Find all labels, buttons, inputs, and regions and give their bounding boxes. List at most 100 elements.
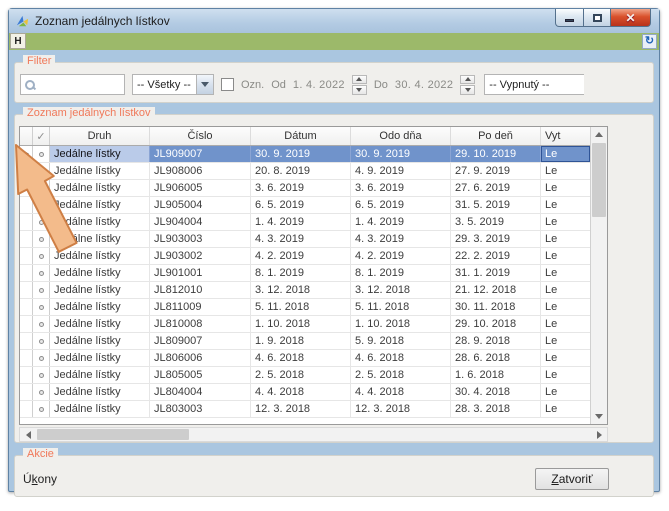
table-row[interactable]: Jedálne lístky JL901001 8. 1. 2019 8. 1.… <box>20 265 590 282</box>
table-row[interactable]: Jedálne lístky JL903002 4. 2. 2019 4. 2.… <box>20 248 590 265</box>
cell-vyt[interactable]: Le <box>541 197 590 213</box>
cell-po-den[interactable]: 30. 11. 2018 <box>451 299 541 315</box>
horizontal-scrollbar[interactable] <box>19 427 608 442</box>
cell-vyt[interactable]: Le <box>541 350 590 366</box>
cell-druh[interactable]: Jedálne lístky <box>50 146 150 162</box>
scroll-up-button[interactable] <box>591 127 607 142</box>
table-row[interactable]: Jedálne lístky JL812010 3. 12. 2018 3. 1… <box>20 282 590 299</box>
column-header-indicator[interactable] <box>20 127 33 145</box>
cell-druh[interactable]: Jedálne lístky <box>50 299 150 315</box>
cell-druh[interactable]: Jedálne lístky <box>50 316 150 332</box>
from-date-value[interactable]: 1. 4. 2022 <box>293 79 345 91</box>
cell-po-den[interactable]: 1. 6. 2018 <box>451 367 541 383</box>
cell-druh[interactable]: Jedálne lístky <box>50 265 150 281</box>
row-marker-cell[interactable] <box>33 163 50 179</box>
cell-datum[interactable]: 3. 6. 2019 <box>251 180 351 196</box>
row-marker-cell[interactable] <box>33 248 50 264</box>
cell-datum[interactable]: 1. 10. 2018 <box>251 316 351 332</box>
cell-druh[interactable]: Jedálne lístky <box>50 197 150 213</box>
column-header-druh[interactable]: Druh <box>50 127 150 145</box>
vertical-scroll-track[interactable] <box>591 142 607 409</box>
cell-odo-dna[interactable]: 8. 1. 2019 <box>351 265 451 281</box>
row-marker-cell[interactable] <box>33 350 50 366</box>
cell-vyt[interactable]: Le <box>541 146 590 162</box>
cell-cislo[interactable]: JL904004 <box>150 214 251 230</box>
cell-vyt[interactable]: Le <box>541 265 590 281</box>
cell-vyt[interactable]: Le <box>541 401 590 417</box>
cell-cislo[interactable]: JL803003 <box>150 401 251 417</box>
cell-vyt[interactable]: Le <box>541 282 590 298</box>
cell-odo-dna[interactable]: 3. 6. 2019 <box>351 180 451 196</box>
cell-datum[interactable]: 6. 5. 2019 <box>251 197 351 213</box>
cell-druh[interactable]: Jedálne lístky <box>50 180 150 196</box>
cell-vyt[interactable]: Le <box>541 248 590 264</box>
cell-vyt[interactable]: Le <box>541 231 590 247</box>
cell-cislo[interactable]: JL905004 <box>150 197 251 213</box>
spin-down-icon[interactable] <box>352 85 367 95</box>
table-row[interactable]: Jedálne lístky JL903003 4. 3. 2019 4. 3.… <box>20 231 590 248</box>
spin-up-icon[interactable] <box>460 75 475 85</box>
row-marker-cell[interactable] <box>33 333 50 349</box>
cell-po-den[interactable]: 3. 5. 2019 <box>451 214 541 230</box>
cell-datum[interactable]: 5. 11. 2018 <box>251 299 351 315</box>
maximize-button[interactable] <box>584 9 611 27</box>
cell-cislo[interactable]: JL908006 <box>150 163 251 179</box>
cell-datum[interactable]: 4. 2. 2019 <box>251 248 351 264</box>
cell-odo-dna[interactable]: 4. 2. 2019 <box>351 248 451 264</box>
zatvorit-button[interactable]: Zatvoriť <box>535 468 609 490</box>
cell-odo-dna[interactable]: 30. 9. 2019 <box>351 146 451 162</box>
cell-odo-dna[interactable]: 6. 5. 2019 <box>351 197 451 213</box>
spin-up-icon[interactable] <box>352 75 367 85</box>
cell-cislo[interactable]: JL906005 <box>150 180 251 196</box>
cell-odo-dna[interactable]: 4. 9. 2019 <box>351 163 451 179</box>
cell-vyt[interactable]: Le <box>541 299 590 315</box>
column-header-cislo[interactable]: Číslo <box>150 127 251 145</box>
cell-datum[interactable]: 4. 3. 2019 <box>251 231 351 247</box>
cell-po-den[interactable]: 27. 6. 2019 <box>451 180 541 196</box>
cell-cislo[interactable]: JL805005 <box>150 367 251 383</box>
table-row[interactable]: Jedálne lístky JL803003 12. 3. 2018 12. … <box>20 401 590 418</box>
search-input[interactable] <box>38 79 118 91</box>
cell-cislo[interactable]: JL812010 <box>150 282 251 298</box>
cell-po-den[interactable]: 29. 10. 2018 <box>451 316 541 332</box>
cell-datum[interactable]: 20. 8. 2019 <box>251 163 351 179</box>
table-row[interactable]: Jedálne lístky JL906005 3. 6. 2019 3. 6.… <box>20 180 590 197</box>
row-marker-cell[interactable] <box>33 384 50 400</box>
table-row[interactable]: Jedálne lístky JL805005 2. 5. 2018 2. 5.… <box>20 367 590 384</box>
cell-druh[interactable]: Jedálne lístky <box>50 214 150 230</box>
cell-po-den[interactable]: 28. 6. 2018 <box>451 350 541 366</box>
cell-odo-dna[interactable]: 5. 11. 2018 <box>351 299 451 315</box>
cell-cislo[interactable]: JL806006 <box>150 350 251 366</box>
to-date-spinner[interactable] <box>460 75 475 95</box>
cell-druh[interactable]: Jedálne lístky <box>50 401 150 417</box>
column-header-po-den[interactable]: Po deň <box>451 127 541 145</box>
cell-datum[interactable]: 1. 4. 2019 <box>251 214 351 230</box>
horizontal-scroll-thumb[interactable] <box>37 429 189 440</box>
row-marker-cell[interactable] <box>33 231 50 247</box>
cell-druh[interactable]: Jedálne lístky <box>50 248 150 264</box>
cell-vyt[interactable]: Le <box>541 214 590 230</box>
column-header-vyt[interactable]: Vyt <box>541 127 590 145</box>
table-row[interactable]: Jedálne lístky JL806006 4. 6. 2018 4. 6.… <box>20 350 590 367</box>
cell-cislo[interactable]: JL903002 <box>150 248 251 264</box>
cell-odo-dna[interactable]: 1. 4. 2019 <box>351 214 451 230</box>
search-box[interactable] <box>20 74 125 95</box>
cell-vyt[interactable]: Le <box>541 384 590 400</box>
row-marker-cell[interactable] <box>33 265 50 281</box>
row-marker-cell[interactable] <box>33 282 50 298</box>
minimize-button[interactable] <box>555 9 584 27</box>
cell-po-den[interactable]: 29. 10. 2019 <box>451 146 541 162</box>
vertical-scrollbar[interactable] <box>590 127 607 424</box>
cell-druh[interactable]: Jedálne lístky <box>50 367 150 383</box>
row-marker-cell[interactable] <box>33 299 50 315</box>
horizontal-scroll-track[interactable] <box>36 428 591 441</box>
cell-odo-dna[interactable]: 4. 6. 2018 <box>351 350 451 366</box>
cell-po-den[interactable]: 22. 2. 2019 <box>451 248 541 264</box>
column-header-check[interactable]: ✓ <box>33 127 50 145</box>
cell-cislo[interactable]: JL804004 <box>150 384 251 400</box>
table-row[interactable]: Jedálne lístky JL810008 1. 10. 2018 1. 1… <box>20 316 590 333</box>
cell-druh[interactable]: Jedálne lístky <box>50 231 150 247</box>
cell-cislo[interactable]: JL810008 <box>150 316 251 332</box>
scroll-left-button[interactable] <box>20 428 36 441</box>
cell-datum[interactable]: 4. 6. 2018 <box>251 350 351 366</box>
